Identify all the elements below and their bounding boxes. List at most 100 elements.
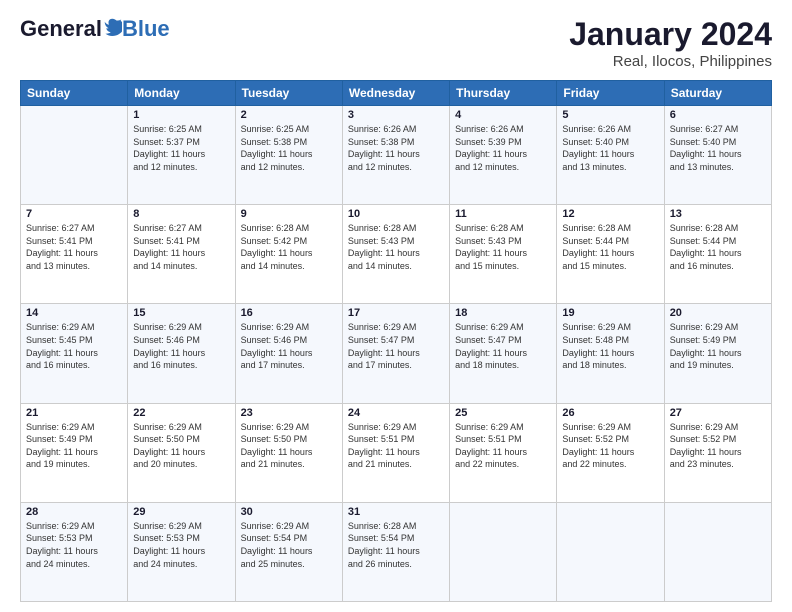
calendar-week-row: 28 Sunrise: 6:29 AM Sunset: 5:53 PM Dayli… bbox=[21, 502, 772, 601]
calendar-day-header: Sunday bbox=[21, 81, 128, 106]
calendar-week-row: 1Sunrise: 6:25 AM Sunset: 5:37 PM Daylig… bbox=[21, 106, 772, 205]
day-number: 14 bbox=[26, 307, 122, 319]
day-info: Sunrise: 6:29 AM Sunset: 5:50 PM Dayligh… bbox=[133, 421, 229, 471]
day-number: 28 bbox=[26, 506, 122, 518]
calendar-week-row: 14 Sunrise: 6:29 AM Sunset: 5:45 PM Dayli… bbox=[21, 304, 772, 403]
calendar-day-cell: 9 Sunrise: 6:28 AM Sunset: 5:42 PM Daylig… bbox=[235, 205, 342, 304]
day-number: 7 bbox=[26, 208, 122, 220]
calendar-day-cell: 12 Sunrise: 6:28 AM Sunset: 5:44 PM Dayli… bbox=[557, 205, 664, 304]
day-number: 10 bbox=[348, 208, 444, 220]
day-number: 15 bbox=[133, 307, 229, 319]
day-info: Sunrise: 6:28 AM Sunset: 5:54 PM Dayligh… bbox=[348, 520, 444, 570]
day-number: 25 bbox=[455, 407, 551, 419]
day-info: Sunrise: 6:29 AM Sunset: 5:46 PM Dayligh… bbox=[241, 321, 337, 371]
calendar-day-cell: 19Sunrise: 6:29 AM Sunset: 5:48 PM Dayli… bbox=[557, 304, 664, 403]
day-number: 6 bbox=[670, 109, 766, 121]
day-info: Sunrise: 6:29 AM Sunset: 5:50 PM Dayligh… bbox=[241, 421, 337, 471]
calendar-day-header: Monday bbox=[128, 81, 235, 106]
day-info: Sunrise: 6:29 AM Sunset: 5:51 PM Dayligh… bbox=[455, 421, 551, 471]
day-number: 20 bbox=[670, 307, 766, 319]
page: General Blue January 2024 Real, Ilocos, … bbox=[0, 0, 792, 612]
logo: General Blue bbox=[20, 16, 170, 42]
day-number: 17 bbox=[348, 307, 444, 319]
day-info: Sunrise: 6:28 AM Sunset: 5:43 PM Dayligh… bbox=[455, 222, 551, 272]
day-info: Sunrise: 6:29 AM Sunset: 5:45 PM Dayligh… bbox=[26, 321, 122, 371]
day-number: 26 bbox=[562, 407, 658, 419]
day-info: Sunrise: 6:29 AM Sunset: 5:54 PM Dayligh… bbox=[241, 520, 337, 570]
day-info: Sunrise: 6:25 AM Sunset: 5:37 PM Dayligh… bbox=[133, 123, 229, 173]
logo-general: General bbox=[20, 16, 102, 42]
calendar-week-row: 21Sunrise: 6:29 AM Sunset: 5:49 PM Dayli… bbox=[21, 403, 772, 502]
day-number: 23 bbox=[241, 407, 337, 419]
day-info: Sunrise: 6:29 AM Sunset: 5:53 PM Dayligh… bbox=[26, 520, 122, 570]
day-number: 29 bbox=[133, 506, 229, 518]
calendar-day-cell bbox=[21, 106, 128, 205]
day-number: 31 bbox=[348, 506, 444, 518]
day-info: Sunrise: 6:28 AM Sunset: 5:44 PM Dayligh… bbox=[670, 222, 766, 272]
calendar-day-cell: 29 Sunrise: 6:29 AM Sunset: 5:53 PM Dayli… bbox=[128, 502, 235, 601]
title-block: January 2024 Real, Ilocos, Philippines bbox=[569, 16, 772, 70]
day-info: Sunrise: 6:29 AM Sunset: 5:52 PM Dayligh… bbox=[562, 421, 658, 471]
calendar-day-cell bbox=[450, 502, 557, 601]
day-info: Sunrise: 6:29 AM Sunset: 5:46 PM Dayligh… bbox=[133, 321, 229, 371]
day-number: 18 bbox=[455, 307, 551, 319]
calendar-day-header: Friday bbox=[557, 81, 664, 106]
day-number: 4 bbox=[455, 109, 551, 121]
calendar-day-cell: 2Sunrise: 6:25 AM Sunset: 5:38 PM Daylig… bbox=[235, 106, 342, 205]
calendar-day-cell: 27Sunrise: 6:29 AM Sunset: 5:52 PM Dayli… bbox=[664, 403, 771, 502]
calendar-day-cell: 1Sunrise: 6:25 AM Sunset: 5:37 PM Daylig… bbox=[128, 106, 235, 205]
calendar-day-cell bbox=[664, 502, 771, 601]
calendar-header-row: SundayMondayTuesdayWednesdayThursdayFrid… bbox=[21, 81, 772, 106]
calendar-day-header: Tuesday bbox=[235, 81, 342, 106]
day-number: 3 bbox=[348, 109, 444, 121]
calendar-day-header: Saturday bbox=[664, 81, 771, 106]
day-info: Sunrise: 6:29 AM Sunset: 5:47 PM Dayligh… bbox=[348, 321, 444, 371]
calendar-day-cell: 8Sunrise: 6:27 AM Sunset: 5:41 PM Daylig… bbox=[128, 205, 235, 304]
calendar-day-cell: 16 Sunrise: 6:29 AM Sunset: 5:46 PM Dayli… bbox=[235, 304, 342, 403]
day-number: 8 bbox=[133, 208, 229, 220]
day-info: Sunrise: 6:29 AM Sunset: 5:49 PM Dayligh… bbox=[26, 421, 122, 471]
day-number: 12 bbox=[562, 208, 658, 220]
calendar-day-header: Wednesday bbox=[342, 81, 449, 106]
day-info: Sunrise: 6:27 AM Sunset: 5:40 PM Dayligh… bbox=[670, 123, 766, 173]
page-title: January 2024 bbox=[569, 16, 772, 53]
calendar-day-cell: 7Sunrise: 6:27 AM Sunset: 5:41 PM Daylig… bbox=[21, 205, 128, 304]
day-info: Sunrise: 6:29 AM Sunset: 5:53 PM Dayligh… bbox=[133, 520, 229, 570]
day-info: Sunrise: 6:29 AM Sunset: 5:49 PM Dayligh… bbox=[670, 321, 766, 371]
header: General Blue January 2024 Real, Ilocos, … bbox=[20, 16, 772, 70]
logo-text: General Blue bbox=[20, 16, 170, 42]
day-number: 16 bbox=[241, 307, 337, 319]
calendar-day-cell: 26 Sunrise: 6:29 AM Sunset: 5:52 PM Dayli… bbox=[557, 403, 664, 502]
calendar-table: SundayMondayTuesdayWednesdayThursdayFrid… bbox=[20, 80, 772, 602]
day-number: 9 bbox=[241, 208, 337, 220]
day-info: Sunrise: 6:26 AM Sunset: 5:40 PM Dayligh… bbox=[562, 123, 658, 173]
day-number: 30 bbox=[241, 506, 337, 518]
day-number: 19 bbox=[562, 307, 658, 319]
calendar-day-cell: 13 Sunrise: 6:28 AM Sunset: 5:44 PM Dayli… bbox=[664, 205, 771, 304]
day-info: Sunrise: 6:28 AM Sunset: 5:42 PM Dayligh… bbox=[241, 222, 337, 272]
calendar-day-cell: 14 Sunrise: 6:29 AM Sunset: 5:45 PM Dayli… bbox=[21, 304, 128, 403]
day-info: Sunrise: 6:29 AM Sunset: 5:47 PM Dayligh… bbox=[455, 321, 551, 371]
calendar-day-cell: 4Sunrise: 6:26 AM Sunset: 5:39 PM Daylig… bbox=[450, 106, 557, 205]
calendar-day-cell: 24Sunrise: 6:29 AM Sunset: 5:51 PM Dayli… bbox=[342, 403, 449, 502]
calendar-day-cell bbox=[557, 502, 664, 601]
calendar-day-cell: 5 Sunrise: 6:26 AM Sunset: 5:40 PM Daylig… bbox=[557, 106, 664, 205]
day-number: 13 bbox=[670, 208, 766, 220]
day-info: Sunrise: 6:25 AM Sunset: 5:38 PM Dayligh… bbox=[241, 123, 337, 173]
day-info: Sunrise: 6:28 AM Sunset: 5:44 PM Dayligh… bbox=[562, 222, 658, 272]
calendar-day-cell: 15 Sunrise: 6:29 AM Sunset: 5:46 PM Dayli… bbox=[128, 304, 235, 403]
calendar-day-cell: 3 Sunrise: 6:26 AM Sunset: 5:38 PM Daylig… bbox=[342, 106, 449, 205]
calendar-day-cell: 11Sunrise: 6:28 AM Sunset: 5:43 PM Dayli… bbox=[450, 205, 557, 304]
calendar-day-cell: 21Sunrise: 6:29 AM Sunset: 5:49 PM Dayli… bbox=[21, 403, 128, 502]
logo-blue: Blue bbox=[122, 16, 170, 42]
calendar-day-cell: 18 Sunrise: 6:29 AM Sunset: 5:47 PM Dayli… bbox=[450, 304, 557, 403]
day-number: 5 bbox=[562, 109, 658, 121]
calendar-day-cell: 30 Sunrise: 6:29 AM Sunset: 5:54 PM Dayli… bbox=[235, 502, 342, 601]
calendar-day-cell: 17 Sunrise: 6:29 AM Sunset: 5:47 PM Dayli… bbox=[342, 304, 449, 403]
day-info: Sunrise: 6:26 AM Sunset: 5:38 PM Dayligh… bbox=[348, 123, 444, 173]
calendar-day-cell: 31 Sunrise: 6:28 AM Sunset: 5:54 PM Dayli… bbox=[342, 502, 449, 601]
calendar-day-cell: 23 Sunrise: 6:29 AM Sunset: 5:50 PM Dayli… bbox=[235, 403, 342, 502]
calendar-day-cell: 25 Sunrise: 6:29 AM Sunset: 5:51 PM Dayli… bbox=[450, 403, 557, 502]
day-info: Sunrise: 6:29 AM Sunset: 5:52 PM Dayligh… bbox=[670, 421, 766, 471]
day-number: 24 bbox=[348, 407, 444, 419]
